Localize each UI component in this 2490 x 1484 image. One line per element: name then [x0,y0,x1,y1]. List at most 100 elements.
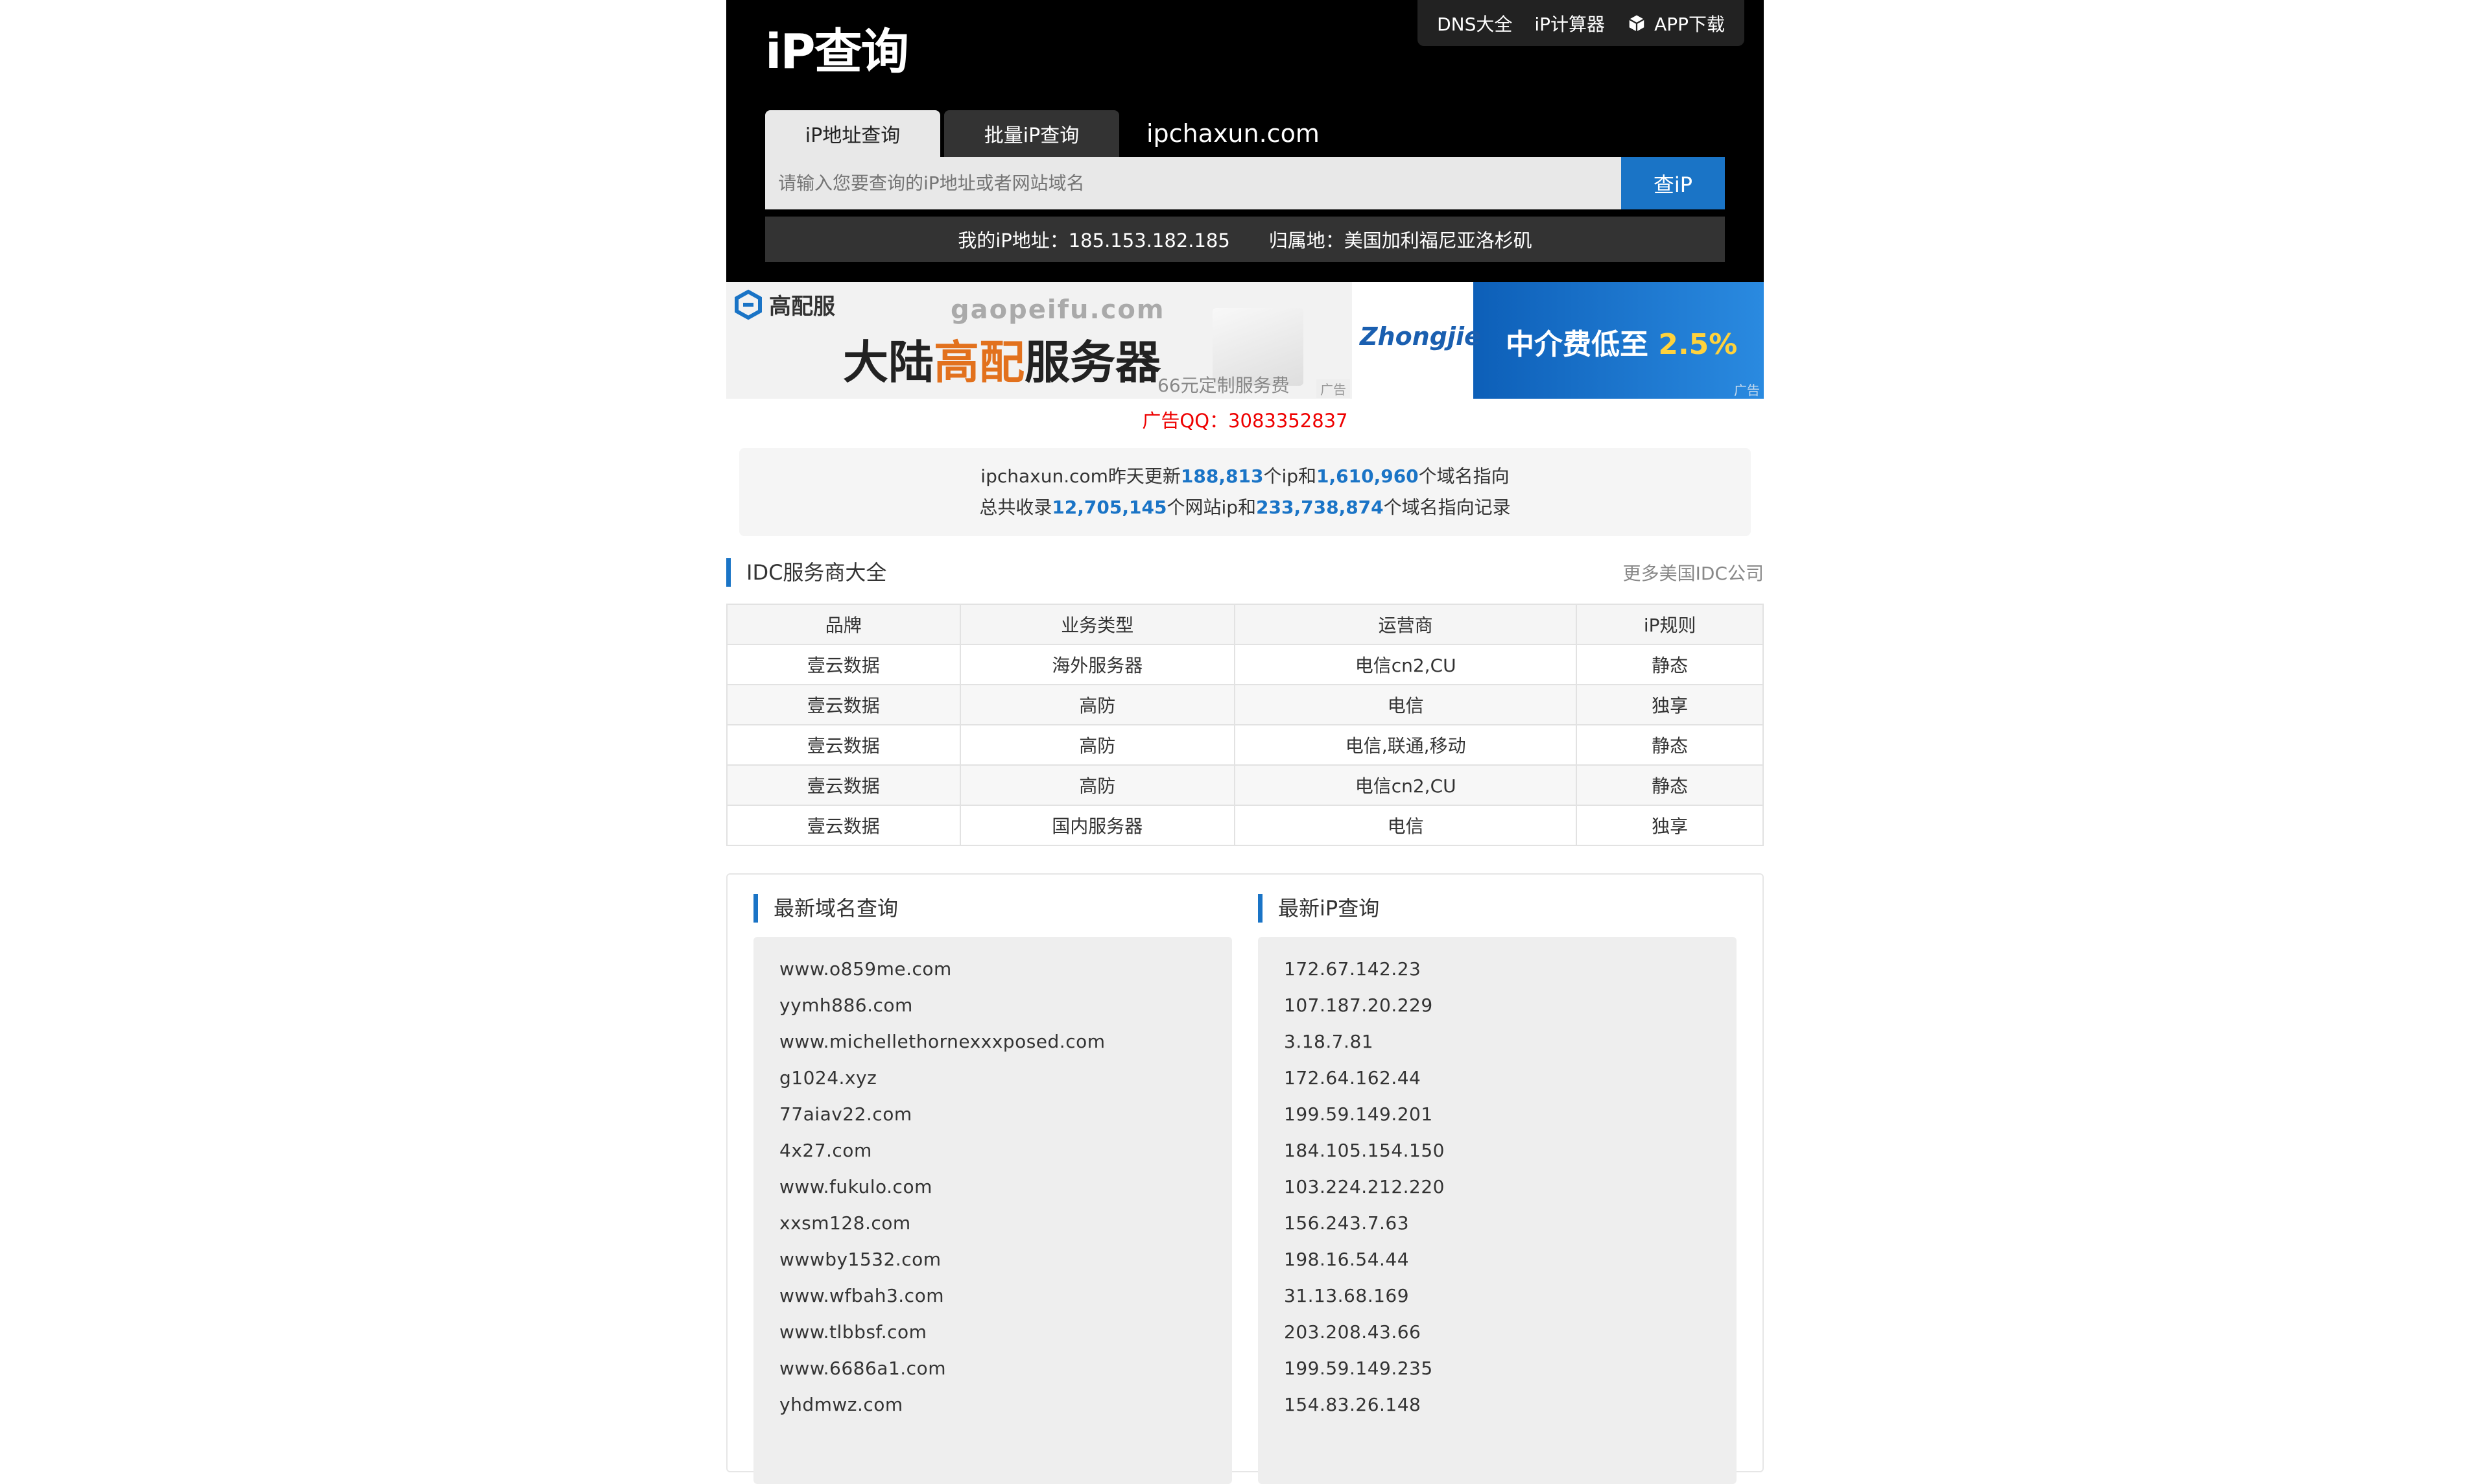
list-item[interactable]: www.o859me.com [779,951,1206,987]
table-row[interactable]: 壹云数据 高防 电信cn2,CU 静态 [726,764,1764,806]
list-item[interactable]: xxsm128.com [779,1205,1206,1242]
idc-cell-type: 国内服务器 [959,805,1236,846]
idc-col-brand: 品牌 [726,604,961,645]
stats-box: ipchaxun.com昨天更新188,813个ip和1,610,960个域名指… [739,448,1751,536]
idc-cell-ip-rule: 独享 [1576,805,1764,846]
idc-cell-ip-rule: 独享 [1576,684,1764,725]
ad-tag: 广告 [1316,379,1350,398]
idc-cell-type: 海外服务器 [959,644,1236,685]
latest-domains-column: 最新域名查询 www.o859me.com yymh886.com www.mi… [753,888,1232,1484]
list-item[interactable]: 156.243.7.63 [1284,1205,1711,1242]
stats-l1-c: 个域名指向 [1418,465,1510,487]
list-item[interactable]: g1024.xyz [779,1060,1206,1096]
latest-domains-list: www.o859me.com yymh886.com www.michellet… [753,937,1232,1484]
table-row[interactable]: 壹云数据 高防 电信,联通,移动 静态 [726,724,1764,766]
idc-cell-ip-rule: 静态 [1576,764,1764,806]
ad-domain: gaopeifu.com [951,295,1165,325]
search-button[interactable]: 查iP [1621,157,1725,209]
list-item[interactable]: 172.64.162.44 [1284,1060,1711,1096]
idc-cell-brand[interactable]: 壹云数据 [726,684,961,725]
idc-col-ip-rule: iP规则 [1576,604,1764,645]
idc-cell-carrier: 电信 [1234,805,1578,846]
ad-tag-2: 广告 [1734,383,1760,398]
my-ip-location: 归属地：美国加利福尼亚洛杉矶 [1268,230,1532,252]
list-item[interactable]: 154.83.26.148 [1284,1387,1711,1423]
site-header: iP查询 DNS大全 iP计算器 APP下载 iP地址查询 批量iP查询 ipc… [726,0,1764,282]
ad-headline-highlight: 高配 [934,336,1025,389]
idc-cell-brand[interactable]: 壹云数据 [726,805,961,846]
list-item[interactable]: www.michellethornexxxposed.com [779,1024,1206,1060]
table-row[interactable]: 壹云数据 海外服务器 电信cn2,CU 静态 [726,644,1764,685]
idc-cell-type: 高防 [959,724,1236,766]
list-item[interactable]: 198.16.54.44 [1284,1242,1711,1278]
stats-l1-b: 个ip和 [1263,465,1317,487]
ad-brand-label: 高配服 [769,294,835,320]
idc-col-carrier: 运营商 [1234,604,1578,645]
app-download-link[interactable]: APP下载 [1627,10,1725,36]
list-item[interactable]: 3.18.7.81 [1284,1024,1711,1060]
list-item[interactable]: 103.224.212.220 [1284,1169,1711,1205]
latest-lists: 最新域名查询 www.o859me.com yymh886.com www.mi… [726,873,1764,1484]
ip-calculator-link[interactable]: iP计算器 [1534,10,1605,36]
ad-fee: 66元定制服务费 [1157,375,1290,396]
list-item[interactable]: www.fukulo.com [779,1169,1206,1205]
idc-cell-ip-rule: 静态 [1576,724,1764,766]
idc-cell-ip-rule: 静态 [1576,644,1764,685]
brand-logo-icon [735,289,762,320]
page: iP查询 DNS大全 iP计算器 APP下载 iP地址查询 批量iP查询 ipc… [726,0,1764,1484]
my-ip-bar: 我的iP地址：185.153.182.185 归属地：美国加利福尼亚洛杉矶 [765,217,1725,262]
list-item[interactable]: 199.59.149.201 [1284,1096,1711,1133]
list-item[interactable]: www.wfbah3.com [779,1278,1206,1314]
latest-domains-title: 最新域名查询 [753,894,1232,923]
stats-l2-c: 个域名指向记录 [1383,497,1511,518]
list-item[interactable]: yymh886.com [779,987,1206,1024]
stats-l2-n1: 12,705,145 [1052,497,1167,518]
list-item[interactable]: 77aiav22.com [779,1096,1206,1133]
list-item[interactable]: 203.208.43.66 [1284,1314,1711,1350]
idc-col-type: 业务类型 [959,604,1236,645]
list-item[interactable]: 31.13.68.169 [1284,1278,1711,1314]
idc-cell-type: 高防 [959,684,1236,725]
more-idc-link[interactable]: 更多美国IDC公司 [1623,559,1764,585]
list-item[interactable]: www.tlbbsf.com [779,1314,1206,1350]
ad-headline-post: 服务器 [1025,336,1161,389]
top-links: DNS大全 iP计算器 APP下载 [1417,0,1744,46]
idc-cell-brand[interactable]: 壹云数据 [726,724,961,766]
search-input[interactable] [765,157,1621,209]
idc-cell-carrier: 电信cn2,CU [1234,644,1578,685]
ad-qq-contact[interactable]: 广告QQ：3083352837 [726,408,1764,434]
idc-cell-type: 高防 [959,764,1236,806]
ad-headline: 大陆高配服务器 [843,326,1161,392]
ad-zhongjie[interactable]: 中介费低至 2.5% 广告 [1473,282,1764,399]
app-download-label: APP下载 [1654,13,1725,35]
site-logo[interactable]: iP查询 [765,25,909,79]
list-item[interactable]: 4x27.com [779,1133,1206,1169]
list-item[interactable]: yhdmwz.com [779,1387,1206,1423]
dns-link[interactable]: DNS大全 [1437,10,1512,36]
stats-l1-a: ipchaxun.com昨天更新 [980,465,1181,487]
list-item[interactable]: wwwby1532.com [779,1242,1206,1278]
ad-banner[interactable]: 高配服 gaopeifu.com 大陆高配服务器 66元定制服务费 广告 中介费… [726,282,1764,399]
list-item[interactable]: www.6686a1.com [779,1350,1206,1387]
list-item[interactable]: 107.187.20.229 [1284,987,1711,1024]
list-item[interactable]: 172.67.142.23 [1284,951,1711,987]
stats-line-1: ipchaxun.com昨天更新188,813个ip和1,610,960个域名指… [739,461,1751,492]
site-domain-label: ipchaxun.com [1146,119,1320,148]
stats-l2-n2: 233,738,874 [1256,497,1384,518]
cube-icon [1629,15,1644,31]
ad-zhongjie-logo: Zhongjie [1360,322,1481,351]
tab-batch-ip-query[interactable]: 批量iP查询 [944,110,1119,157]
idc-header-row: 品牌 业务类型 运营商 iP规则 [726,604,1764,645]
table-row[interactable]: 壹云数据 国内服务器 电信 独享 [726,805,1764,846]
idc-cell-brand[interactable]: 壹云数据 [726,644,961,685]
list-item[interactable]: 184.105.154.150 [1284,1133,1711,1169]
idc-section-header: IDC服务商大全 更多美国IDC公司 [726,557,1764,588]
ad-headline-pre: 大陆 [843,336,934,389]
idc-table: 品牌 业务类型 运营商 iP规则 壹云数据 海外服务器 电信cn2,CU 静态 … [726,604,1764,846]
table-row[interactable]: 壹云数据 高防 电信 独享 [726,684,1764,725]
tab-ip-query[interactable]: iP地址查询 [765,110,940,157]
stats-l1-n1: 188,813 [1180,465,1264,487]
idc-cell-brand[interactable]: 壹云数据 [726,764,961,806]
idc-cell-carrier: 电信,联通,移动 [1234,724,1578,766]
list-item[interactable]: 199.59.149.235 [1284,1350,1711,1387]
